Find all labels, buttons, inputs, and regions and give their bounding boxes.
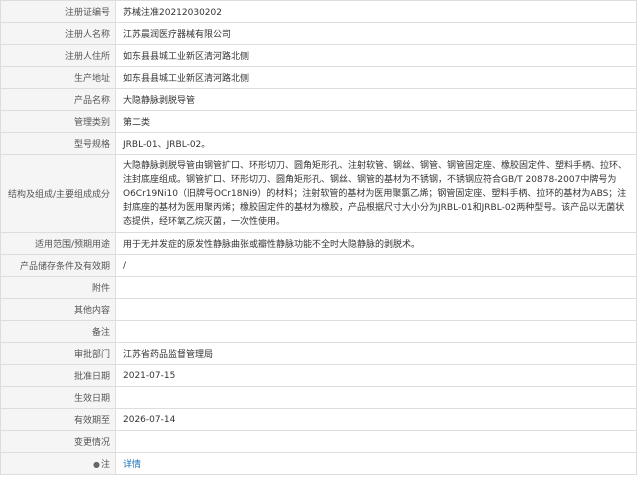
table-row: ●注 详情 [0, 452, 637, 475]
table-row: 注册人名称 江苏晨润医疗器械有限公司 [0, 22, 637, 45]
table-row: 适用范围/预期用途 用于无并发症的原发性静脉曲张或瓣性静脉功能不全时大隐静脉的剥… [0, 232, 637, 255]
table-row: 附件 [0, 276, 637, 299]
approval-department: 江苏省药品监督管理局 [115, 342, 637, 365]
row-label: 产品储存条件及有效期 [0, 254, 116, 277]
note-value-cell: 详情 [115, 452, 637, 475]
row-label: 结构及组成/主要组成成分 [0, 154, 116, 233]
approval-date: 2021-07-15 [115, 364, 637, 387]
pin-icon: ● [93, 460, 100, 469]
row-label: 生产地址 [0, 66, 116, 89]
row-label: 备注 [0, 320, 116, 343]
attachments [115, 276, 637, 299]
note-label: 注 [100, 460, 110, 470]
expiry-date: 2026-07-14 [115, 408, 637, 431]
table-row: 有效期至 2026-07-14 [0, 408, 637, 431]
registration-info-table: 注册证编号 苏械注准20212030202 注册人名称 江苏晨润医疗器械有限公司… [0, 0, 637, 475]
product-name: 大隐静脉剥脱导管 [115, 88, 637, 111]
registrant-address: 如东县县城工业新区清河路北侧 [115, 44, 637, 67]
table-row: 审批部门 江苏省药品监督管理局 [0, 342, 637, 365]
intended-use: 用于无并发症的原发性静脉曲张或瓣性静脉功能不全时大隐静脉的剥脱术。 [115, 232, 637, 255]
table-row: 变更情况 [0, 430, 637, 453]
table-row: 生效日期 [0, 386, 637, 409]
registration-number: 苏械注准20212030202 [115, 0, 637, 23]
model-spec: JRBL-01、JRBL-02。 [115, 132, 637, 155]
table-row: 其他内容 [0, 298, 637, 321]
row-label: 生效日期 [0, 386, 116, 409]
row-label: 变更情况 [0, 430, 116, 453]
row-label: 有效期至 [0, 408, 116, 431]
table-row: 备注 [0, 320, 637, 343]
row-label: 附件 [0, 276, 116, 299]
management-category: 第二类 [115, 110, 637, 133]
row-label: 产品名称 [0, 88, 116, 111]
note-label-cell: ●注 [0, 452, 116, 475]
row-label: 型号规格 [0, 132, 116, 155]
table-row: 产品储存条件及有效期 / [0, 254, 637, 277]
table-row: 注册人住所 如东县县城工业新区清河路北侧 [0, 44, 637, 67]
table-row: 结构及组成/主要组成成分 大隐静脉剥脱导管由钢管扩口、环形切刀、圆角矩形孔、注射… [0, 154, 637, 233]
registrant-name: 江苏晨润医疗器械有限公司 [115, 22, 637, 45]
row-label: 注册人名称 [0, 22, 116, 45]
table-row: 批准日期 2021-07-15 [0, 364, 637, 387]
remarks [115, 320, 637, 343]
row-label: 注册人住所 [0, 44, 116, 67]
details-link[interactable]: 详情 [123, 460, 141, 470]
row-label: 管理类别 [0, 110, 116, 133]
row-label: 批准日期 [0, 364, 116, 387]
change-history [115, 430, 637, 453]
table-row: 管理类别 第二类 [0, 110, 637, 133]
table-row: 生产地址 如东县县城工业新区清河路北侧 [0, 66, 637, 89]
row-label: 审批部门 [0, 342, 116, 365]
structure-composition: 大隐静脉剥脱导管由钢管扩口、环形切刀、圆角矩形孔、注射软管、钢丝、钢管、钢管固定… [115, 154, 637, 233]
effective-date [115, 386, 637, 409]
production-address: 如东县县城工业新区清河路北侧 [115, 66, 637, 89]
other-content [115, 298, 637, 321]
table-row: 注册证编号 苏械注准20212030202 [0, 0, 637, 23]
row-label: 注册证编号 [0, 0, 116, 23]
row-label: 适用范围/预期用途 [0, 232, 116, 255]
table-row: 产品名称 大隐静脉剥脱导管 [0, 88, 637, 111]
table-row: 型号规格 JRBL-01、JRBL-02。 [0, 132, 637, 155]
storage-validity: / [115, 254, 637, 277]
row-label: 其他内容 [0, 298, 116, 321]
